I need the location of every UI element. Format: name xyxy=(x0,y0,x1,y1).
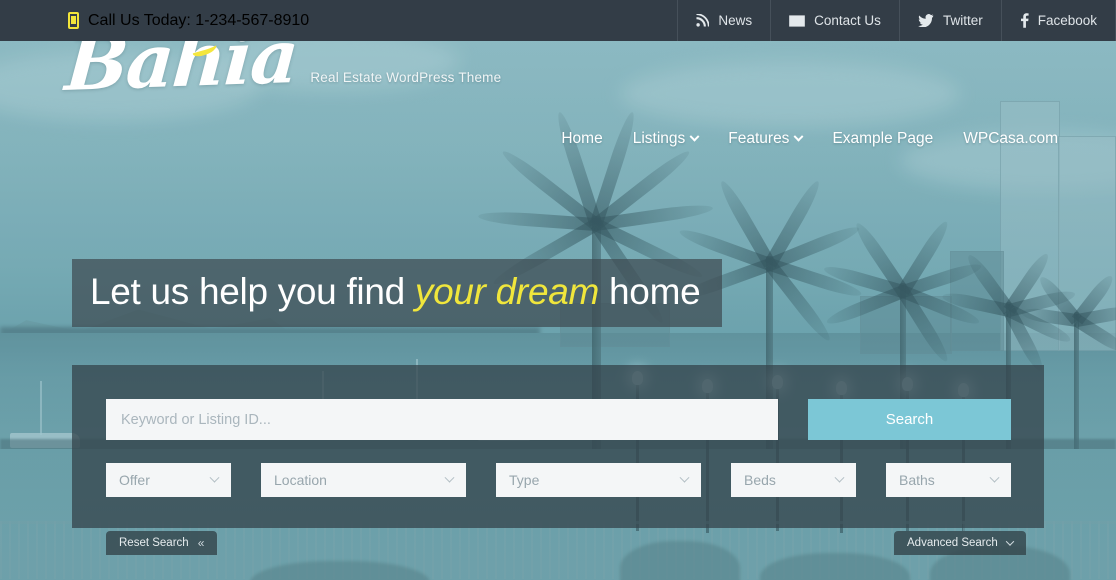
nav-item-listings[interactable]: Listings xyxy=(632,130,700,148)
nav-label: Listings xyxy=(632,130,686,147)
rss-icon xyxy=(696,14,710,27)
filter-offer[interactable]: Offer xyxy=(106,463,231,497)
top-link-label: Facebook xyxy=(1037,13,1097,28)
top-bar: Call Us Today: 1-234-567-8910 News Conta… xyxy=(0,0,1116,41)
phone-text: Call Us Today: 1-234-567-8910 xyxy=(88,11,310,29)
filter-label: Baths xyxy=(899,472,935,488)
call-us-block: Call Us Today: 1-234-567-8910 xyxy=(0,0,677,41)
top-link-contact-us[interactable]: Contact Us xyxy=(770,0,899,41)
top-link-facebook[interactable]: Facebook xyxy=(1000,0,1116,41)
filter-row: Offer Location Type Beds Baths xyxy=(106,463,1011,497)
search-input[interactable] xyxy=(106,399,778,440)
main-navigation: Home Listings Features Example Page WPCa… xyxy=(561,130,1058,148)
top-link-label: News xyxy=(718,13,753,28)
page-root: Call Us Today: 1-234-567-8910 News Conta… xyxy=(0,0,1116,580)
phone-icon xyxy=(68,12,79,29)
headline-part-2: home xyxy=(599,271,701,312)
advanced-search-button[interactable]: Advanced Search xyxy=(894,531,1026,555)
chevron-down-icon xyxy=(793,131,804,142)
advanced-search-label: Advanced Search xyxy=(907,537,998,549)
headline-part-1: Let us help you find xyxy=(90,271,415,312)
top-link-label: Contact Us xyxy=(814,13,881,28)
nav-item-home[interactable]: Home xyxy=(561,130,602,148)
envelope-icon xyxy=(789,14,805,27)
chevron-down-icon xyxy=(689,131,700,142)
filter-label: Offer xyxy=(119,472,150,488)
reset-search-label: Reset Search xyxy=(119,537,189,549)
headline-emphasis: your dream xyxy=(414,271,600,312)
nav-item-features[interactable]: Features xyxy=(728,130,804,148)
hero-headline-box: Let us help you find your dream home xyxy=(72,259,723,327)
chevron-down-icon xyxy=(834,472,845,483)
chevron-down-icon xyxy=(679,472,690,483)
double-chevron-left-icon: « xyxy=(197,536,205,550)
property-search-panel: Search Offer Location Type Beds Baths xyxy=(72,365,1044,528)
nav-label: WPCasa.com xyxy=(963,130,1058,147)
top-bar-links: News Contact Us Twitter Facebook xyxy=(677,0,1116,41)
top-link-news[interactable]: News xyxy=(677,0,770,41)
top-link-label: Twitter xyxy=(942,13,983,28)
reset-search-button[interactable]: Reset Search « xyxy=(106,531,218,555)
filter-beds[interactable]: Beds xyxy=(731,463,856,497)
filter-baths[interactable]: Baths xyxy=(886,463,1011,497)
twitter-icon xyxy=(918,14,934,27)
search-button[interactable]: Search xyxy=(808,399,1011,440)
top-link-twitter[interactable]: Twitter xyxy=(898,0,1001,41)
chevron-down-icon xyxy=(989,472,1000,483)
nav-item-wpcasa[interactable]: WPCasa.com xyxy=(963,130,1058,148)
nav-label: Home xyxy=(561,130,603,147)
filter-label: Location xyxy=(274,472,327,488)
site-tagline: Real Estate WordPress Theme xyxy=(310,69,502,85)
facebook-icon xyxy=(1020,13,1029,28)
nav-label: Example Page xyxy=(832,130,934,147)
chevron-down-icon xyxy=(209,472,220,483)
search-row: Search xyxy=(106,399,1011,440)
filter-location[interactable]: Location xyxy=(261,463,466,497)
chevron-down-icon xyxy=(444,472,455,483)
nav-item-example-page[interactable]: Example Page xyxy=(832,130,933,148)
filter-label: Type xyxy=(509,472,540,488)
filter-label: Beds xyxy=(744,472,776,488)
filter-type[interactable]: Type xyxy=(496,463,701,497)
nav-label: Features xyxy=(728,130,790,147)
hero-headline: Let us help you find your dream home xyxy=(90,271,701,313)
chevron-down-icon xyxy=(1005,537,1015,546)
